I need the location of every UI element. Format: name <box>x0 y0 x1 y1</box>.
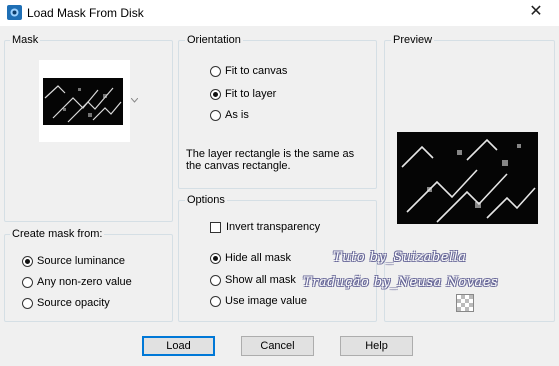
options-group-label: Options <box>185 194 227 206</box>
cancel-button[interactable]: Cancel <box>241 336 314 356</box>
radio-use-image-value[interactable] <box>210 295 221 307</box>
transparency-checker-icon <box>456 294 474 312</box>
source-opacity-label: Source opacity <box>37 297 110 309</box>
title-bar: Load Mask From Disk ✕ <box>0 0 559 26</box>
source-luminance-radio[interactable]: Source luminance <box>22 255 125 267</box>
window-title: Load Mask From Disk <box>27 6 144 20</box>
close-button[interactable]: ✕ <box>513 0 559 26</box>
chevron-down-icon[interactable] <box>131 98 138 103</box>
radio-hide-all-mask[interactable] <box>210 252 221 264</box>
radio-fit-to-canvas[interactable] <box>210 65 221 77</box>
any-non-zero-label: Any non-zero value <box>37 276 132 288</box>
checkbox-invert-transparency[interactable] <box>210 221 221 233</box>
mask-thumbnail <box>43 78 123 125</box>
radio-source-luminance[interactable] <box>22 255 33 267</box>
source-luminance-label: Source luminance <box>37 255 126 267</box>
orientation-group-label: Orientation <box>185 34 243 46</box>
use-image-value-radio[interactable]: Use image value <box>210 295 307 307</box>
radio-fit-to-layer[interactable] <box>210 88 221 100</box>
watermark-line-1: Tuto by_Suizabella <box>333 250 467 265</box>
radio-source-opacity[interactable] <box>22 297 33 309</box>
any-non-zero-radio[interactable]: Any non-zero value <box>22 276 132 288</box>
watermark-line-2: Tradução by_Neusa Novaes <box>303 275 499 290</box>
use-image-value-label: Use image value <box>225 295 307 307</box>
mask-group-label: Mask <box>10 34 41 46</box>
fit-to-layer-label: Fit to layer <box>225 88 277 100</box>
as-is-radio[interactable]: As is <box>210 109 249 121</box>
invert-transparency-checkbox[interactable]: Invert transparency <box>210 221 320 233</box>
fit-to-canvas-label: Fit to canvas <box>225 65 288 77</box>
show-all-mask-radio[interactable]: Show all mask <box>210 274 296 286</box>
invert-transparency-label: Invert transparency <box>226 221 321 233</box>
fit-to-canvas-radio[interactable]: Fit to canvas <box>210 65 287 77</box>
source-opacity-radio[interactable]: Source opacity <box>22 297 110 309</box>
create-mask-group-label: Create mask from: <box>10 228 105 240</box>
fit-to-layer-radio[interactable]: Fit to layer <box>210 88 276 100</box>
radio-any-non-zero[interactable] <box>22 276 33 288</box>
radio-show-all-mask[interactable] <box>210 274 221 286</box>
radio-as-is[interactable] <box>210 109 221 121</box>
app-icon <box>7 5 22 20</box>
show-all-mask-label: Show all mask <box>225 274 296 286</box>
hide-all-mask-label: Hide all mask <box>225 252 292 264</box>
close-icon: ✕ <box>529 3 543 20</box>
as-is-label: As is <box>225 109 249 121</box>
load-button[interactable]: Load <box>142 336 215 356</box>
hide-all-mask-radio[interactable]: Hide all mask <box>210 252 291 264</box>
mask-selector[interactable] <box>39 60 138 142</box>
help-button[interactable]: Help <box>340 336 413 356</box>
preview-group-label: Preview <box>391 34 435 46</box>
preview-image <box>397 132 538 224</box>
orientation-description: The layer rectangle is the same as the c… <box>186 148 355 172</box>
